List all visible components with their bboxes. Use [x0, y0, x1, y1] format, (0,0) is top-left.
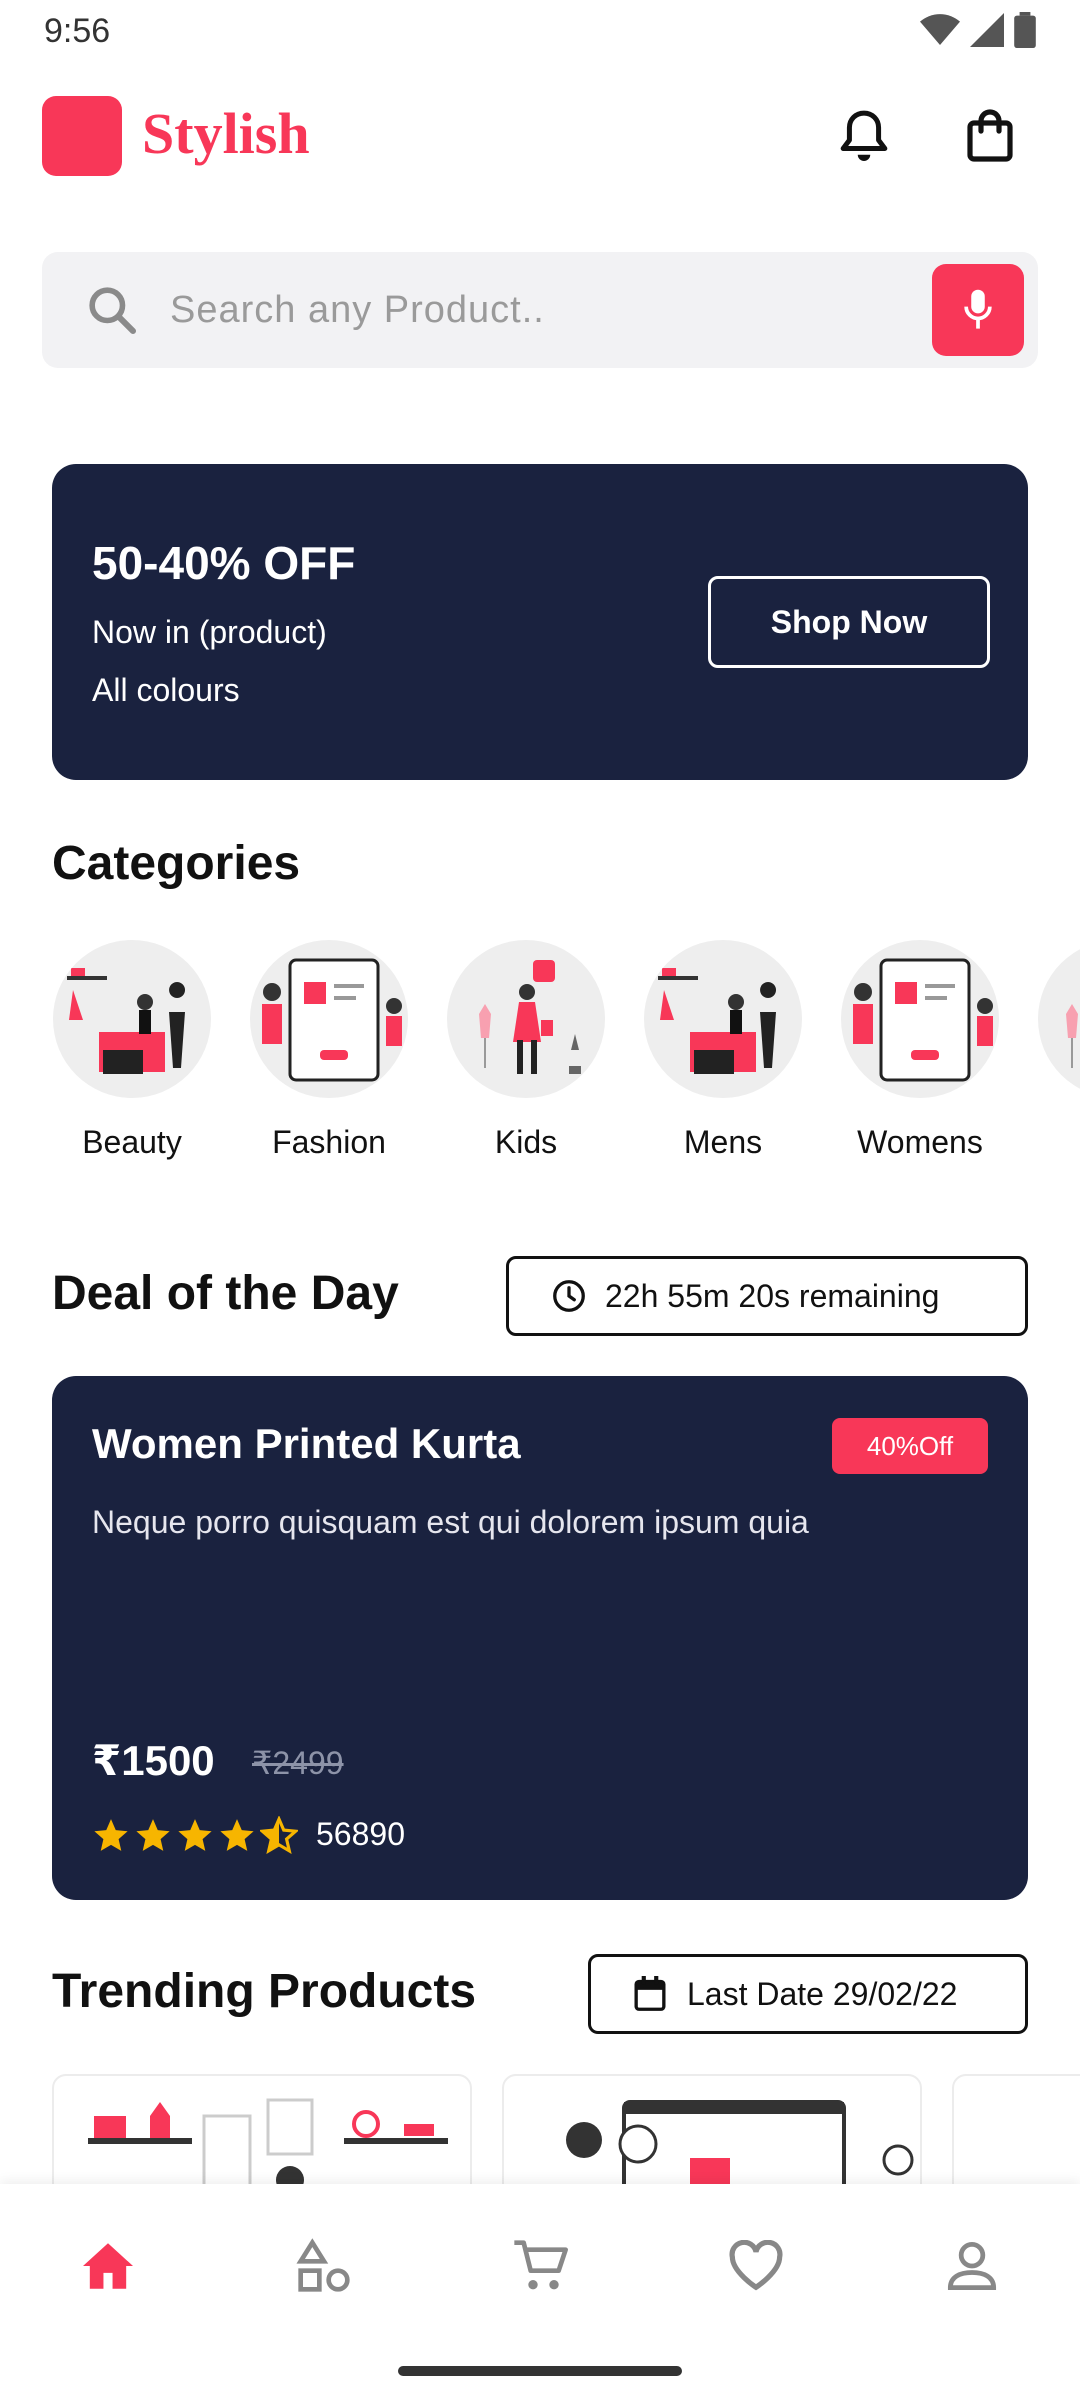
star-icon [136, 1819, 170, 1851]
category-item-partial[interactable] [1037, 940, 1080, 1098]
category-label: Fashion [272, 1124, 386, 1160]
profile-icon [947, 2241, 997, 2291]
product-card[interactable] [502, 2074, 922, 2184]
categories-title: Categories [52, 837, 301, 890]
home-icon [83, 2243, 133, 2289]
brand-name: Stylish [142, 101, 310, 166]
nav-profile[interactable] [934, 2228, 1010, 2304]
product-card[interactable] [52, 2074, 472, 2184]
nav-cart[interactable] [502, 2228, 578, 2304]
category-item-mens[interactable]: Mens [643, 940, 803, 1161]
category-image [841, 940, 999, 1098]
star-half-icon [260, 1816, 298, 1854]
product-card[interactable] [952, 2074, 1080, 2184]
deal-price: ₹1500 [92, 1737, 215, 1784]
promo-line-1: Now in (product) [92, 614, 327, 650]
search-input[interactable] [170, 280, 950, 340]
discount-badge: 40%Off [832, 1418, 988, 1474]
deal-old-price: ₹2499 [252, 1745, 344, 1781]
product-image [566, 2100, 914, 2184]
last-date-text: Last Date 29/02/22 [687, 1975, 958, 2012]
bottom-navigation [0, 2184, 1080, 2400]
review-count: 56890 [316, 1816, 405, 1852]
status-icons [920, 12, 1036, 48]
cart-icon [514, 2240, 568, 2290]
product-image [88, 2098, 448, 2184]
category-label: Mens [683, 1124, 763, 1160]
shopping-bag-button[interactable] [954, 100, 1026, 172]
nav-home[interactable] [70, 2228, 146, 2304]
mic-icon [964, 289, 992, 329]
logo-icon [42, 96, 122, 176]
category-image [250, 940, 408, 1098]
trending-title: Trending Products [52, 1965, 477, 2018]
nav-categories[interactable] [286, 2228, 362, 2304]
home-indicator[interactable] [398, 2366, 682, 2376]
timer-text: 22h 55m 20s remaining [605, 1277, 940, 1314]
rating-stars [92, 1816, 298, 1854]
shopping-bag-icon [967, 109, 1013, 162]
category-image [53, 940, 211, 1098]
category-label: Womens [857, 1124, 983, 1160]
calendar-icon [634, 1976, 666, 2011]
category-image [1038, 940, 1080, 1098]
category-image [644, 940, 802, 1098]
wifi-icon [920, 14, 960, 45]
status-time: 9:56 [44, 12, 111, 50]
clock-icon [553, 1280, 585, 1312]
star-icon [178, 1819, 212, 1851]
last-date-chip: Last Date 29/02/22 [588, 1954, 1028, 2034]
deal-product-name: Women Printed Kurta [92, 1420, 521, 1467]
battery-icon [1014, 12, 1036, 48]
category-item-beauty[interactable]: Beauty [52, 940, 212, 1161]
category-item-fashion[interactable]: Fashion [249, 940, 409, 1161]
trending-products-list [52, 2074, 1080, 2184]
star-icon [220, 1819, 254, 1851]
categories-icon [296, 2238, 350, 2292]
search-icon [89, 287, 137, 335]
promo-line-2: All colours [92, 672, 240, 708]
status-bar: 9:56 [0, 0, 1080, 66]
notifications-button[interactable] [828, 100, 900, 172]
app-header: Stylish [0, 92, 1080, 178]
search-bar [42, 252, 1038, 368]
promo-banner[interactable]: 50-40% OFF Now in (product) All colours … [52, 464, 1028, 780]
promo-title: 50-40% OFF [92, 537, 356, 589]
category-image [447, 940, 605, 1098]
category-label: Beauty [82, 1124, 182, 1160]
deal-product-description: Neque porro quisquam est qui dolorem ips… [92, 1504, 809, 1540]
voice-search-button[interactable] [932, 264, 1024, 356]
categories-list: Beauty Fashion Kids Mens Womens [52, 940, 1080, 1170]
category-label: Kids [494, 1124, 558, 1160]
star-icon [94, 1819, 128, 1851]
category-item-kids[interactable]: Kids [446, 940, 606, 1161]
bell-icon [840, 110, 888, 161]
nav-wishlist[interactable] [718, 2228, 794, 2304]
signal-icon [970, 13, 1004, 47]
deal-timer: 22h 55m 20s remaining [506, 1256, 1028, 1336]
deal-section-title: Deal of the Day [52, 1267, 399, 1320]
deal-card[interactable]: Women Printed Kurta 40%Off Neque porro q… [52, 1376, 1028, 1900]
category-item-womens[interactable]: Womens [840, 940, 1000, 1161]
shop-now-button[interactable]: Shop Now [708, 576, 990, 668]
heart-icon [729, 2240, 783, 2291]
